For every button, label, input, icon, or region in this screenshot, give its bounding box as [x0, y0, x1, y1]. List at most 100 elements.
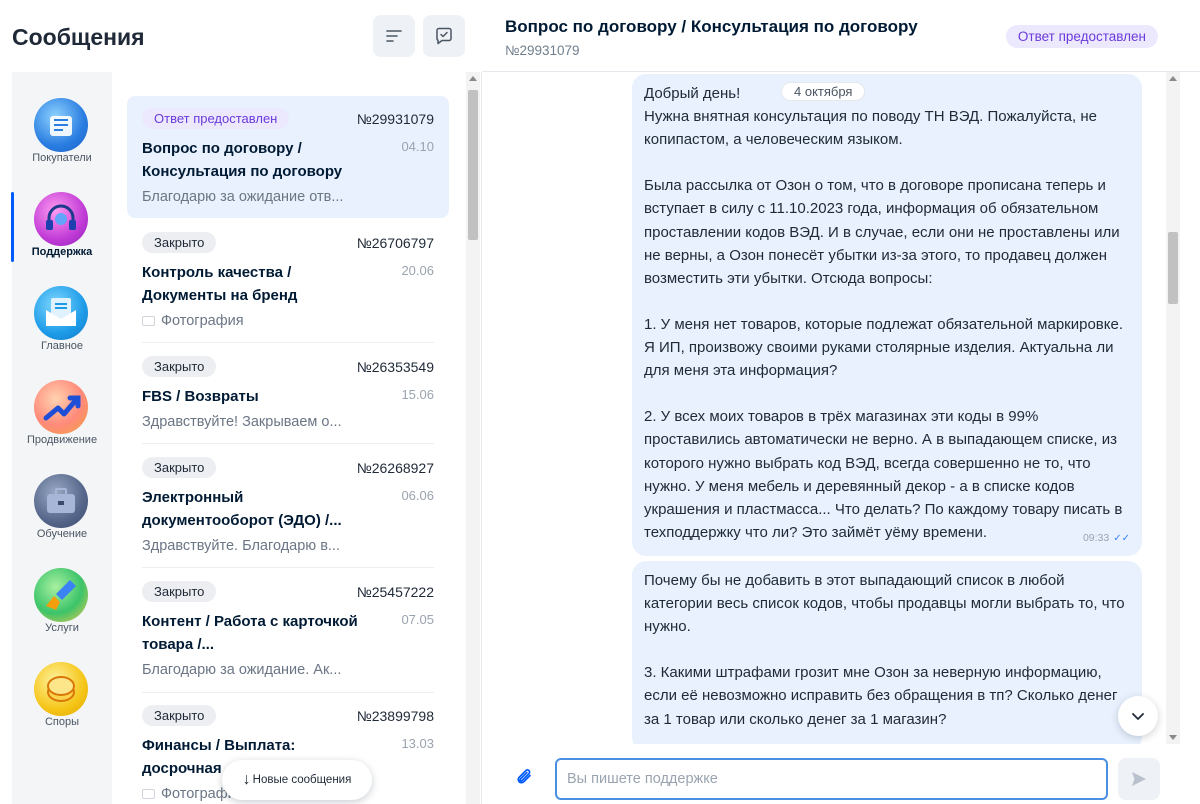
ticket-preview: Благодарю за ожидание. Ак... [142, 662, 342, 678]
scroll-to-bottom-button[interactable] [1118, 696, 1158, 736]
status-badge: Закрыто [142, 457, 217, 478]
status-badge: Закрыто [142, 356, 217, 377]
divider [142, 567, 434, 568]
message-input[interactable] [555, 758, 1108, 800]
ticket-date: 04.10 [401, 139, 434, 154]
ticket-item[interactable]: Закрыто №26353549 15.06 FBS / Возвраты З… [127, 344, 449, 444]
scroll-up-arrow[interactable] [469, 76, 477, 81]
status-badge: Закрыто [142, 705, 217, 726]
new-messages-label: Новые сообщения [252, 774, 352, 786]
message-text: Была рассылка от Озон о том, что в догов… [644, 177, 1120, 287]
message-text: 1. У меня нет товаров, которые подлежат … [644, 315, 1123, 380]
headset-icon [34, 192, 88, 246]
message-text: Добрый день! [644, 85, 741, 102]
chat-header: Вопрос по договору / Консультация по дог… [482, 0, 1200, 72]
ticket-list: Ответ предоставлен №29931079 04.10 Вопро… [112, 72, 482, 804]
message-thread: Добрый день! Нужна внятная консультация … [482, 72, 1200, 744]
ticket-item[interactable]: Ответ предоставлен №29931079 04.10 Вопро… [127, 96, 449, 218]
rail-item-label: Услуги [45, 622, 79, 634]
ticket-number: №29931079 [356, 111, 434, 127]
sort-icon [386, 30, 402, 42]
ticket-title: Контроль качества / Документы на бренд [142, 264, 298, 304]
rail-item-promotion[interactable]: Продвижение [12, 374, 112, 464]
ticket-date: 06.06 [401, 488, 434, 503]
message-text: 2. У всех моих товаров в трёх магазинах … [644, 408, 1123, 541]
page-title: Сообщения [12, 24, 145, 50]
rail-item-label: Поддержка [31, 246, 93, 258]
sort-button[interactable] [373, 15, 415, 57]
rail-item-main[interactable]: Главное [12, 280, 112, 370]
arrow-down-icon: ↓ [242, 771, 251, 788]
chevron-down-icon [1132, 713, 1144, 720]
coins-icon [34, 662, 88, 716]
image-icon [142, 789, 155, 799]
ticket-item[interactable]: Закрыто №26706797 20.06 Контроль качеств… [127, 220, 449, 343]
ticket-date: 15.06 [401, 387, 434, 402]
read-check-icon: ✓✓ [1113, 532, 1130, 544]
message-bubble: Добрый день! Нужна внятная консультация … [632, 74, 1142, 556]
status-badge: Закрыто [142, 581, 217, 602]
rail-item-support[interactable]: Поддержка [12, 186, 112, 276]
rail-item-education[interactable]: Обучение [12, 468, 112, 558]
divider [142, 443, 434, 444]
ticket-preview: Благодарю за ожидание отв... [142, 189, 344, 205]
scroll-up-arrow[interactable] [1169, 76, 1177, 81]
message-text: Нужна внятная консультация по поводу ТН … [644, 108, 1097, 149]
chat-number: №29931079 [505, 43, 580, 58]
ticket-list-scrollbar[interactable] [466, 72, 480, 804]
rail-item-buyers[interactable]: Покупатели [12, 92, 112, 182]
ticket-number: №26353549 [356, 359, 434, 375]
send-button[interactable] [1118, 758, 1160, 800]
status-badge: Закрыто [142, 232, 217, 253]
message-bubble: Почему бы не добавить в этот выпадающий … [632, 561, 1142, 744]
ticket-title: FBS / Возвраты [142, 388, 259, 405]
message-time: 09:33 ✓✓ [1082, 531, 1130, 544]
rail-item-services[interactable]: Услуги [12, 562, 112, 652]
ticket-item[interactable]: Закрыто №25457222 07.05 Контент / Работа… [127, 569, 449, 693]
buyers-icon [34, 98, 88, 152]
scroll-down-arrow[interactable] [1169, 735, 1177, 740]
ticket-date: 13.03 [401, 736, 434, 751]
status-badge: Ответ предоставлен [142, 108, 290, 129]
category-rail: Покупатели Поддержка Главное Продвижение… [12, 72, 112, 804]
document-icon [34, 286, 88, 340]
send-icon [1132, 772, 1146, 786]
chat-scrollbar[interactable] [1166, 72, 1180, 744]
divider [142, 342, 434, 343]
ticket-number: №23899798 [356, 708, 434, 724]
ticket-preview: Фотография [142, 313, 362, 329]
scrollbar-thumb[interactable] [1168, 232, 1178, 304]
chart-up-icon [34, 380, 88, 434]
scrollbar-thumb[interactable] [468, 90, 478, 240]
image-icon [142, 316, 155, 326]
ticket-date: 20.06 [401, 263, 434, 278]
rail-item-label: Продвижение [26, 434, 98, 446]
message-composer [482, 744, 1200, 804]
ticket-title: Вопрос по договору / Консультация по дог… [142, 140, 343, 180]
ticket-preview: Здравствуйте! Закрываем о... [142, 414, 342, 430]
rail-item-label: Споры [44, 716, 80, 728]
rail-active-indicator [11, 192, 14, 262]
new-chat-button[interactable] [423, 15, 465, 57]
attach-button[interactable] [514, 766, 536, 788]
ticket-number: №26706797 [356, 235, 434, 251]
rail-item-label: Главное [40, 340, 84, 352]
ticket-preview: Здравствуйте. Благодарю в... [142, 538, 340, 554]
rail-item-label: Покупатели [32, 152, 92, 164]
ticket-item[interactable]: Закрыто №26268927 06.06 Электронный доку… [127, 445, 449, 568]
chat-title: Вопрос по договору / Консультация по дог… [505, 17, 918, 36]
ticket-number: №25457222 [356, 584, 434, 600]
briefcase-icon [34, 474, 88, 528]
message-text: 3. Какими штрафами грозит мне Озон за не… [644, 664, 1118, 728]
ticket-title: Электронный документооборот (ЭДО) /... [142, 489, 342, 529]
new-messages-button[interactable]: ↓ Новые сообщения [222, 760, 372, 800]
ticket-number: №26268927 [356, 460, 434, 476]
chat-status-badge: Ответ предоставлен [1005, 25, 1158, 48]
ticket-title: Контент / Работа с карточкой товара /... [142, 613, 358, 653]
brush-icon [34, 568, 88, 622]
rail-item-label: Обучение [36, 528, 88, 540]
chat-bubble-check-icon [436, 27, 452, 45]
date-chip: 4 октября [781, 82, 866, 101]
rail-item-disputes[interactable]: Споры [12, 656, 112, 746]
message-text: Почему бы не добавить в этот выпадающий … [644, 572, 1125, 636]
